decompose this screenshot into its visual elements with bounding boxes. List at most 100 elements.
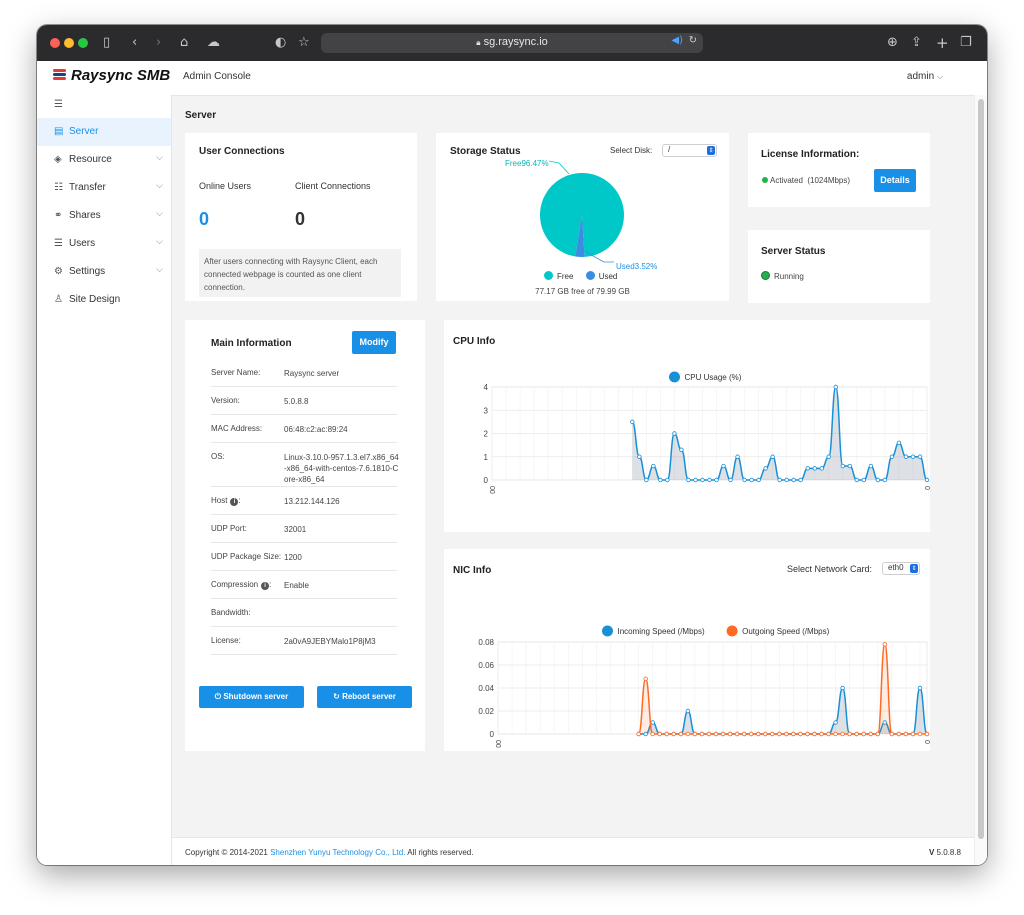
data-point [791, 477, 796, 483]
sidebar-item-resource[interactable]: ◈ Resource ⌵ [37, 146, 171, 174]
sidebar-item-server[interactable]: ▤ Server [37, 118, 171, 146]
nic-info-card: NIC Info Select Network Card: eth0 ⇕ 0 0.… [444, 549, 930, 751]
footer: Copyright © 2014-2021 Shenzhen Yunyu Tec… [172, 837, 987, 865]
legend-label: Outgoing Speed (/Mbps) [742, 627, 829, 636]
company-link[interactable]: Shenzhen Yunyu Technology Co., Ltd. [270, 848, 405, 857]
data-point [720, 731, 726, 737]
legend-swatch [669, 371, 680, 383]
reboot-server-button[interactable]: ↻ Reboot server [317, 686, 412, 708]
data-point [728, 477, 733, 483]
license-status-text: Activated [770, 176, 803, 185]
data-point [910, 731, 916, 737]
cloud-icon[interactable]: ☁ [207, 34, 220, 52]
version-number: 5.0.8.8 [936, 848, 961, 857]
sidebar-item-transfer[interactable]: ☷ Transfer ⌵ [37, 174, 171, 202]
minimize-window-button[interactable] [64, 38, 74, 48]
legend-swatch [726, 625, 738, 637]
back-icon[interactable]: ‹ [132, 34, 137, 52]
data-point [840, 731, 845, 737]
data-point [763, 731, 768, 737]
info-key: MAC Address: [211, 424, 262, 433]
card-title: License Information: [761, 149, 860, 160]
data-point [847, 731, 852, 737]
scrollbar-thumb[interactable] [978, 99, 984, 839]
data-point [833, 731, 838, 737]
data-point [805, 731, 810, 737]
legend-free-label: Free [557, 272, 574, 281]
close-window-button[interactable] [50, 38, 60, 48]
scrollbar[interactable] [974, 95, 987, 865]
legend-used[interactable]: Used [585, 271, 618, 281]
data-point [749, 477, 754, 483]
home-icon[interactable]: ⌂ [180, 34, 188, 52]
data-point [826, 454, 831, 459]
data-point [741, 731, 747, 737]
sidebar-item-users[interactable]: ☰ Users ⌵ [37, 230, 171, 258]
info-key-text: Server Name: [211, 368, 261, 377]
y-tick-label: 2 [484, 430, 489, 439]
data-point [819, 731, 824, 737]
shutdown-server-button[interactable]: ⏻ Shutdown server [199, 686, 304, 708]
details-button[interactable]: Details [874, 169, 916, 192]
data-point [770, 454, 775, 459]
tabs-icon[interactable]: ❐ [960, 34, 972, 52]
info-icon[interactable]: i [261, 582, 270, 590]
raysync-logo-icon [53, 69, 66, 80]
modify-button[interactable]: Modify [352, 331, 396, 354]
user-connections-card: User Connections Online Users 0 Client C… [185, 133, 417, 301]
info-key-text: MAC Address: [211, 424, 263, 433]
layers-icon: ◈ [54, 154, 62, 165]
data-point [721, 463, 726, 469]
data-point [896, 731, 902, 737]
data-point [665, 477, 670, 483]
data-point [707, 477, 712, 483]
legend-free[interactable]: Free [544, 271, 574, 281]
info-value: Enable [284, 581, 309, 590]
data-point [700, 477, 705, 483]
cpu-info-card: CPU Info 01234000CPU Usage (%) [444, 320, 930, 532]
data-point [756, 731, 761, 737]
x-tick-label: 0 [925, 740, 930, 744]
sidebar-item-label: Site Design [69, 294, 121, 305]
data-point [713, 731, 719, 737]
forward-icon[interactable]: › [156, 34, 161, 52]
legend-used-label: Used [598, 272, 618, 281]
audio-icon[interactable]: ◀) [671, 35, 683, 46]
y-tick-label: 0.02 [478, 707, 494, 716]
data-point [847, 463, 853, 469]
shirt-icon: ♙ [54, 294, 63, 305]
download-icon[interactable]: ⊕ [887, 34, 898, 52]
data-point [875, 477, 881, 483]
data-point [706, 731, 712, 737]
zoom-window-button[interactable] [78, 38, 88, 48]
data-point [917, 685, 923, 691]
client-connections-label: Client Connections [295, 181, 371, 191]
user-menu[interactable]: admin ⌵ [907, 71, 943, 82]
shield-icon[interactable]: ◐ [275, 34, 286, 52]
sidebar-icon[interactable]: ▯ [103, 34, 110, 52]
data-point [819, 466, 824, 471]
data-point [637, 454, 642, 459]
data-point [840, 463, 846, 469]
star-icon[interactable]: ☆ [298, 34, 310, 52]
data-point [650, 731, 655, 737]
browser-toolbar: ▯ ‹ › ⌂ ☁ ◐ ☆ 🔒︎ sg.raysync.io ◀) ↻ ⊕ ⇪ … [37, 25, 987, 61]
copyright-text: Copyright © 2014-2021 [185, 848, 268, 857]
address-bar[interactable]: 🔒︎ sg.raysync.io ◀) ↻ [321, 33, 703, 53]
shutdown-label: Shutdown server [223, 692, 289, 701]
data-point [693, 477, 698, 483]
reload-icon[interactable]: ↻ [689, 35, 697, 46]
data-point [868, 731, 873, 737]
page-title: Server [185, 110, 217, 121]
data-point [861, 731, 866, 737]
data-point [791, 731, 796, 737]
collapse-menu-icon[interactable]: ☰ [54, 99, 63, 110]
sidebar-item-site-design[interactable]: ♙ Site Design [37, 286, 171, 314]
sidebar-item-settings[interactable]: ⚙ Settings ⌵ [37, 258, 171, 286]
info-key: Compression i: [211, 580, 271, 590]
free-color-swatch [544, 271, 553, 280]
sidebar-item-shares[interactable]: ⚭ Shares ⌵ [37, 202, 171, 230]
new-tab-icon[interactable]: + [936, 34, 949, 52]
share-icon[interactable]: ⇪ [911, 34, 922, 52]
brand-logo[interactable]: Raysync SMB [53, 67, 170, 84]
